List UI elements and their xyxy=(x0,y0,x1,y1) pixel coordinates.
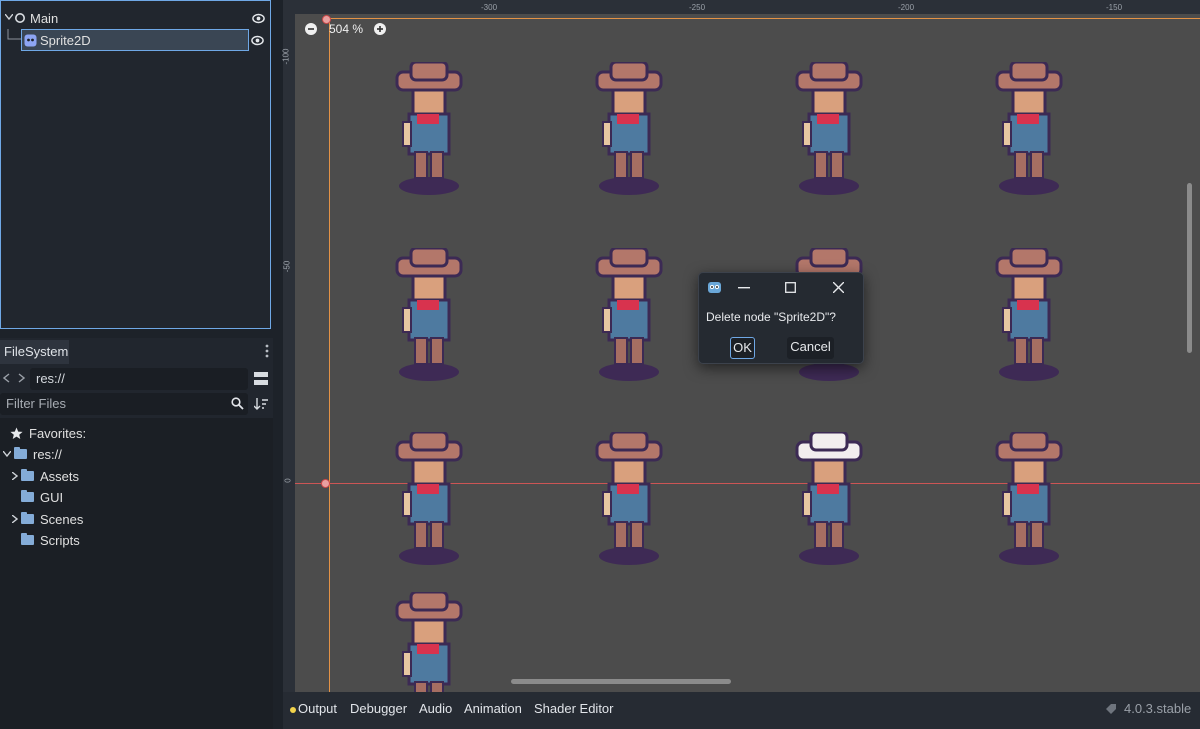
visibility-eye-icon[interactable] xyxy=(252,12,265,25)
visibility-eye-icon[interactable] xyxy=(251,34,264,47)
delete-confirm-dialog: Delete node "Sprite2D"? OK Cancel xyxy=(698,272,864,364)
tree-item-main[interactable]: Main xyxy=(1,7,271,29)
ruler-top: -300 -250 -200 -150 xyxy=(295,0,1200,14)
ruler-tick-label: -300 xyxy=(481,3,498,12)
folder-item-scripts[interactable]: Scripts xyxy=(21,530,80,550)
sort-icon[interactable] xyxy=(254,397,268,411)
chevron-right-icon[interactable] xyxy=(12,515,18,523)
ruler-left: -100 -50 0 xyxy=(281,0,295,692)
horizontal-scrollbar[interactable] xyxy=(511,679,731,684)
forward-arrow-icon[interactable] xyxy=(18,373,25,383)
tab-animation[interactable]: Animation xyxy=(464,692,522,729)
tree-item-sprite2d[interactable]: Sprite2D xyxy=(21,29,249,51)
zoom-out-icon[interactable] xyxy=(305,23,317,35)
ruler-tick-label: 0 xyxy=(283,478,293,483)
cancel-button[interactable]: Cancel xyxy=(787,337,834,359)
res-root-item[interactable]: res:// xyxy=(3,444,62,464)
sprite-frame xyxy=(593,246,665,382)
tab-output[interactable]: Output xyxy=(298,692,337,729)
ruler-tick-label: -200 xyxy=(898,3,915,12)
tab-debugger[interactable]: Debugger xyxy=(350,692,407,729)
ruler-tick-label: -50 xyxy=(282,260,292,273)
sprite-frame xyxy=(993,246,1065,382)
dock-menu-icon[interactable] xyxy=(265,344,269,358)
node-icon xyxy=(15,13,25,23)
vertical-scrollbar[interactable] xyxy=(1187,183,1192,353)
dialog-message: Delete node "Sprite2D"? xyxy=(706,310,836,324)
folder-label-assets: Assets xyxy=(40,468,80,484)
sprite-frame xyxy=(593,430,665,566)
sprite-frame xyxy=(393,60,465,196)
godot-logo-icon xyxy=(708,282,721,293)
sprite-frame xyxy=(393,430,465,566)
chevron-down-icon[interactable] xyxy=(3,451,11,457)
maximize-icon[interactable] xyxy=(785,282,796,293)
sprite-frame xyxy=(993,60,1065,196)
search-icon xyxy=(231,397,244,410)
folder-icon xyxy=(21,512,34,524)
favorites-item[interactable]: Favorites: xyxy=(10,423,86,443)
folder-icon xyxy=(21,490,34,502)
ruler-tick-label: -100 xyxy=(281,48,291,65)
sprite-frame xyxy=(993,430,1065,566)
tab-audio[interactable]: Audio xyxy=(419,692,452,729)
back-arrow-icon[interactable] xyxy=(3,373,10,383)
folder-item-assets[interactable]: Assets xyxy=(12,466,79,486)
minimize-icon[interactable] xyxy=(738,287,750,289)
y-axis-line xyxy=(329,18,330,692)
sprite-frame xyxy=(793,60,865,196)
file-tree: Favorites: res:// Assets GUI Scenes Scri… xyxy=(0,418,273,729)
version-tag-icon xyxy=(1106,704,1116,714)
tree-item-label-sprite2d: Sprite2D xyxy=(40,33,91,48)
split-view-icon[interactable] xyxy=(254,372,268,386)
close-icon[interactable] xyxy=(833,282,844,293)
favorites-label: Favorites: xyxy=(29,425,87,441)
version-label: 4.0.3.stable xyxy=(1124,701,1192,716)
folder-icon xyxy=(14,447,27,459)
sprite-frame xyxy=(593,60,665,196)
ruler-tick-label: -250 xyxy=(689,3,706,12)
viewport-top-edge xyxy=(329,18,1200,19)
zoom-level[interactable]: 504 % xyxy=(329,22,363,36)
tree-item-label-main: Main xyxy=(30,11,59,26)
folder-label-gui: GUI xyxy=(40,489,64,505)
res-root-label: res:// xyxy=(33,446,62,462)
ruler-tick-label: -150 xyxy=(1106,3,1123,12)
chevron-down-icon[interactable] xyxy=(5,14,13,20)
sprite2d-icon xyxy=(24,34,37,47)
tab-filesystem[interactable]: FileSystem xyxy=(0,340,69,364)
folder-label-scenes: Scenes xyxy=(40,511,84,527)
chevron-right-icon[interactable] xyxy=(12,472,18,480)
origin-marker xyxy=(321,479,330,488)
zoom-in-icon[interactable] xyxy=(374,23,386,35)
folder-item-gui[interactable]: GUI xyxy=(21,487,63,507)
path-field[interactable]: res:// xyxy=(30,368,248,390)
sprite-frame xyxy=(793,430,865,566)
star-icon xyxy=(10,427,23,439)
sprite-frame xyxy=(393,246,465,382)
sprite-frame xyxy=(393,590,465,692)
output-status-dot xyxy=(290,707,296,713)
folder-icon xyxy=(21,533,34,545)
tab-shader-editor[interactable]: Shader Editor xyxy=(534,692,614,729)
filesystem-dock: FileSystem res:// Filter Files Favorites… xyxy=(0,338,273,729)
filter-files-input[interactable]: Filter Files xyxy=(0,393,248,415)
bottom-panel-tabs: Output Debugger Audio Animation Shader E… xyxy=(283,692,1200,729)
scene-dock: Main Sprite2D xyxy=(0,0,271,329)
folder-item-scenes[interactable]: Scenes xyxy=(12,509,83,529)
ok-button[interactable]: OK xyxy=(730,337,755,359)
folder-label-scripts: Scripts xyxy=(40,532,80,548)
folder-icon xyxy=(21,469,34,481)
